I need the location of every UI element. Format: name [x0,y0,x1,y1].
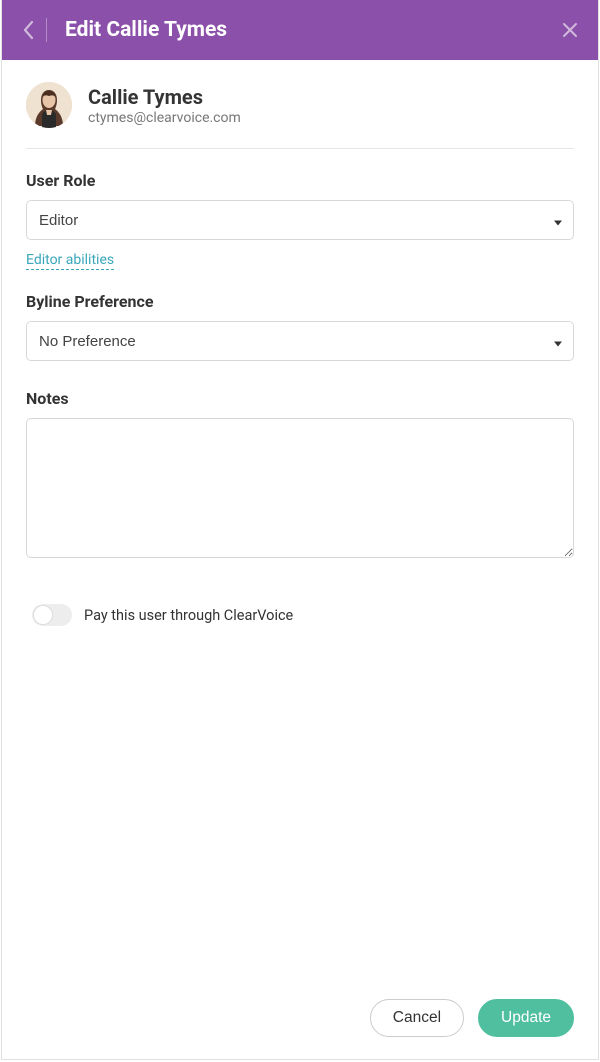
panel-title: Edit Callie Tymes [65,18,562,42]
user-role-select-wrap: Editor [26,200,574,240]
user-summary: Callie Tymes ctymes@clearvoice.com [26,82,574,148]
byline-select[interactable]: No Preference [26,321,574,361]
user-role-label: User Role [26,171,574,190]
toggle-knob [33,605,53,625]
update-button[interactable]: Update [478,999,574,1037]
notes-textarea[interactable] [26,418,574,558]
cancel-button[interactable]: Cancel [370,999,464,1037]
panel-header: Edit Callie Tymes [2,0,598,60]
avatar [26,82,72,128]
panel-content: Callie Tymes ctymes@clearvoice.com User … [2,60,598,985]
pay-toggle-label: Pay this user through ClearVoice [84,607,293,624]
back-icon[interactable] [22,20,34,40]
user-name: Callie Tymes [88,85,241,109]
pay-toggle[interactable] [32,604,72,626]
panel-footer: Cancel Update [2,985,598,1059]
close-icon[interactable] [562,22,578,38]
edit-user-panel: Edit Callie Tymes Callie Tymes ct [1,0,599,1060]
byline-select-wrap: No Preference [26,321,574,361]
editor-abilities-link[interactable]: Editor abilities [26,252,114,270]
header-divider [46,18,47,42]
user-info: Callie Tymes ctymes@clearvoice.com [88,85,241,126]
divider [26,148,574,149]
user-email: ctymes@clearvoice.com [88,110,241,126]
pay-toggle-row: Pay this user through ClearVoice [26,604,574,626]
user-role-select[interactable]: Editor [26,200,574,240]
notes-label: Notes [26,389,574,408]
byline-label: Byline Preference [26,292,574,311]
